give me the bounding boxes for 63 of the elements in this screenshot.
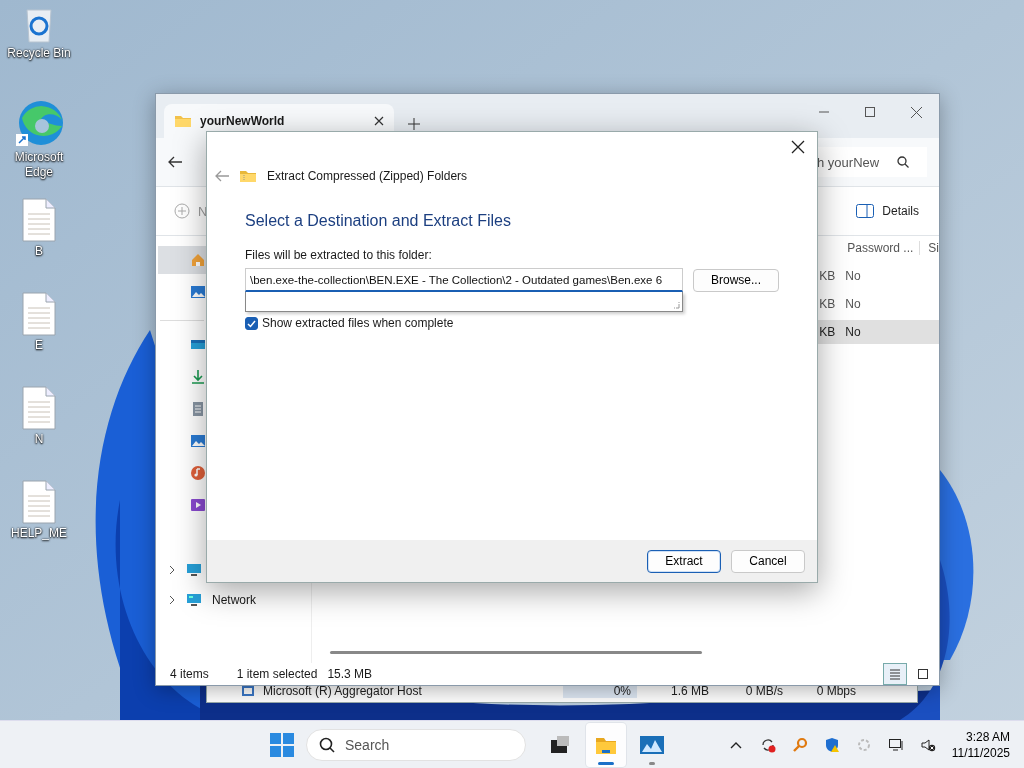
start-button[interactable] bbox=[270, 732, 294, 757]
key-icon[interactable] bbox=[791, 736, 808, 753]
document-icon bbox=[190, 401, 206, 417]
autocomplete-list[interactable] bbox=[245, 292, 683, 312]
zip-folder-icon bbox=[239, 169, 257, 183]
checkbox-label[interactable]: Show extracted files when complete bbox=[262, 316, 454, 330]
new-tab-icon[interactable] bbox=[408, 118, 420, 130]
checkbox[interactable] bbox=[245, 316, 258, 330]
process-name: Microsoft (R) Aggregator Host bbox=[263, 684, 423, 698]
search-field[interactable]: h yourNew bbox=[815, 147, 927, 177]
folder-icon bbox=[174, 114, 192, 128]
network-icon bbox=[186, 592, 202, 608]
close-icon[interactable] bbox=[374, 116, 384, 126]
network-icon[interactable] bbox=[887, 736, 904, 753]
tree-label: Network bbox=[212, 593, 256, 607]
expand-right-icon[interactable] bbox=[168, 565, 176, 575]
extract-button[interactable]: Extract bbox=[647, 549, 721, 573]
search-box[interactable]: Search bbox=[306, 728, 526, 761]
edge-icon[interactable] bbox=[14, 98, 64, 148]
home-icon bbox=[190, 252, 206, 268]
column-header[interactable]: Password ... bbox=[847, 241, 921, 255]
file-row[interactable]: KB No bbox=[816, 264, 939, 288]
column-header[interactable]: Si bbox=[928, 241, 939, 255]
path-field[interactable]: \ben.exe-the-collection\BEN.EXE - The Collection\2 - Outdated games\Ben.exe 6 bbox=[245, 268, 683, 292]
monitor-icon bbox=[186, 562, 202, 578]
table-cell-text: 0 MB/s bbox=[744, 684, 783, 698]
list-icon bbox=[889, 668, 901, 680]
tree-item[interactable]: Network bbox=[156, 585, 312, 615]
volume-muted-icon[interactable] bbox=[919, 736, 936, 753]
clock[interactable]: 3:28 AM 11/11/2025 bbox=[951, 728, 1010, 761]
close-button[interactable] bbox=[791, 140, 805, 154]
dialog-title: Extract Compressed (Zipped) Folders bbox=[267, 169, 468, 183]
resize-grip-icon[interactable] bbox=[672, 301, 680, 309]
file-row[interactable]: KB No bbox=[816, 320, 939, 344]
table-cell: KB bbox=[819, 297, 836, 311]
file-row[interactable]: KB No bbox=[816, 292, 939, 316]
cancel-button[interactable]: Cancel bbox=[731, 549, 805, 573]
selection-size: 15.3 MB bbox=[327, 667, 373, 681]
close-icon[interactable] bbox=[910, 106, 922, 118]
table-cell: KB bbox=[819, 325, 836, 339]
details-button[interactable]: Details bbox=[848, 204, 927, 218]
panel-icon bbox=[856, 204, 875, 218]
back-icon[interactable] bbox=[168, 156, 182, 168]
selection-info: 1 item selected bbox=[236, 667, 318, 681]
table-cell: No bbox=[845, 297, 861, 311]
shield-warning-icon[interactable] bbox=[823, 736, 840, 753]
field-label: Files will be extracted to this folder: bbox=[245, 248, 433, 262]
table-cell: No bbox=[845, 325, 861, 339]
search-icon bbox=[319, 736, 335, 753]
table-cell: KB bbox=[819, 269, 836, 283]
scrollbar[interactable] bbox=[330, 651, 703, 654]
maximize-icon[interactable] bbox=[865, 107, 875, 117]
search-icon bbox=[897, 156, 909, 168]
download-icon bbox=[190, 369, 206, 385]
item-count: 4 items bbox=[170, 667, 209, 681]
table-cell-text: 0 Mbps bbox=[815, 684, 856, 698]
expand-right-icon[interactable] bbox=[168, 595, 176, 605]
table-cell-text: 1.6 MB bbox=[670, 684, 709, 698]
sync-icon[interactable] bbox=[759, 736, 776, 753]
dialog-heading: Select a Destination and Extract Files bbox=[245, 212, 512, 230]
browse-button[interactable]: Browse... bbox=[693, 268, 779, 292]
table-cell: No bbox=[845, 269, 861, 283]
square-icon bbox=[917, 668, 929, 680]
